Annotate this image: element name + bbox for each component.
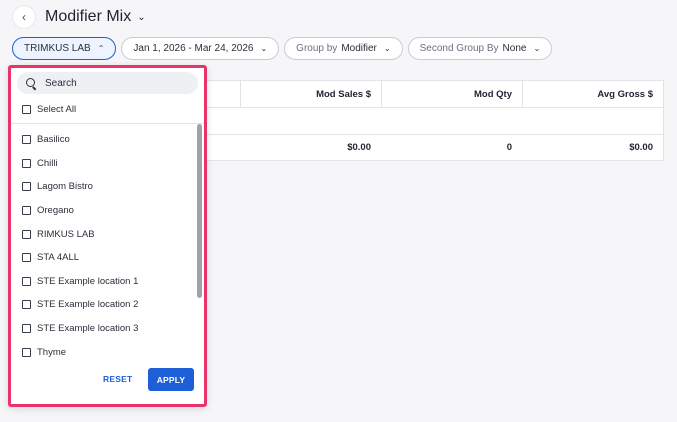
- checkbox[interactable]: [22, 182, 31, 192]
- checkbox[interactable]: [22, 347, 31, 357]
- second-group-by-filter[interactable]: Second Group By None ⌄: [407, 37, 553, 60]
- location-filter-label: TRIMKUS LAB: [24, 43, 91, 54]
- chevron-down-icon[interactable]: ⌄: [137, 12, 145, 23]
- apply-button[interactable]: APPLY: [148, 368, 194, 391]
- checkbox[interactable]: [22, 158, 31, 168]
- location-filter[interactable]: TRIMKUS LAB ⌃: [12, 37, 117, 60]
- total-mod-qty: 0: [506, 142, 512, 153]
- checkbox[interactable]: [22, 229, 31, 239]
- option-label: STE Example location 3: [37, 323, 139, 335]
- option-label: STA 4ALL: [37, 252, 80, 264]
- scrollbar-thumb[interactable]: [197, 124, 202, 298]
- back-button[interactable]: ‹: [13, 6, 35, 28]
- select-all-option[interactable]: Select All: [22, 104, 76, 115]
- total-avg-gross: $0.00: [629, 142, 653, 153]
- chevron-down-icon: ⌄: [533, 44, 541, 53]
- page-title[interactable]: Modifier Mix: [45, 8, 131, 26]
- option-label: Select All: [37, 104, 77, 115]
- checkbox[interactable]: [22, 135, 31, 145]
- option-label: Chilli: [37, 157, 58, 169]
- option-label: Basilico: [37, 134, 70, 146]
- second-group-by-value: None: [502, 43, 527, 54]
- column-header-mod-sales[interactable]: Mod Sales $: [240, 81, 381, 107]
- search-icon: [26, 77, 37, 89]
- chevron-down-icon: ⌄: [383, 44, 391, 53]
- chevron-down-icon: ⌄: [260, 44, 268, 53]
- list-item[interactable]: STA 4ALL: [22, 246, 204, 270]
- search-box[interactable]: [17, 72, 198, 94]
- date-range-label: Jan 1, 2026 - Mar 24, 2026: [133, 43, 254, 54]
- chevron-up-icon: ⌃: [97, 44, 105, 53]
- checkbox[interactable]: [22, 276, 31, 286]
- checkbox[interactable]: [22, 253, 31, 263]
- list-item[interactable]: Chilli: [22, 152, 204, 176]
- filter-bar: TRIMKUS LAB ⌃ Jan 1, 2026 - Mar 24, 2026…: [12, 37, 553, 60]
- column-header-mod-qty[interactable]: Mod Qty: [381, 81, 522, 107]
- column-header-avg-gross[interactable]: Avg Gross $: [522, 81, 663, 107]
- group-by-value: Modifier: [341, 43, 377, 54]
- search-input[interactable]: [43, 76, 183, 90]
- option-list: Basilico Chilli Lagom Bistro Oregano RIM…: [11, 124, 204, 361]
- list-item[interactable]: STE Example location 3: [22, 317, 204, 341]
- page-header: ‹ Modifier Mix ⌄: [13, 5, 146, 29]
- option-label: RIMKUS LAB: [37, 228, 95, 240]
- list-item[interactable]: STE Example location 1: [22, 270, 204, 294]
- list-item[interactable]: Oregano: [22, 199, 204, 223]
- option-label: Lagom Bistro: [37, 181, 93, 193]
- group-by-filter[interactable]: Group by Modifier ⌄: [284, 37, 403, 60]
- reset-button[interactable]: RESET: [103, 374, 132, 384]
- chevron-left-icon: ‹: [22, 10, 26, 24]
- list-item[interactable]: Basilico: [22, 128, 204, 152]
- list-item[interactable]: RIMKUS LAB: [22, 222, 204, 246]
- option-label: Thyme: [37, 346, 67, 358]
- location-dropdown: Select All Basilico Chilli Lagom Bistro …: [8, 65, 207, 407]
- list-item[interactable]: STE Example location 2: [22, 293, 204, 317]
- list-item[interactable]: Thyme: [22, 340, 204, 361]
- checkbox[interactable]: [22, 206, 31, 216]
- checkbox[interactable]: [22, 324, 31, 334]
- option-label: STE Example location 2: [37, 299, 139, 311]
- option-label: Oregano: [37, 205, 74, 217]
- total-mod-sales: $0.00: [347, 142, 371, 153]
- list-item[interactable]: Lagom Bistro: [22, 175, 204, 199]
- checkbox[interactable]: [22, 105, 31, 114]
- date-range-filter[interactable]: Jan 1, 2026 - Mar 24, 2026 ⌄: [121, 37, 280, 60]
- option-label: STE Example location 1: [37, 275, 139, 287]
- group-by-label: Group by: [296, 43, 338, 54]
- checkbox[interactable]: [22, 300, 31, 310]
- second-group-by-label: Second Group By: [419, 43, 499, 54]
